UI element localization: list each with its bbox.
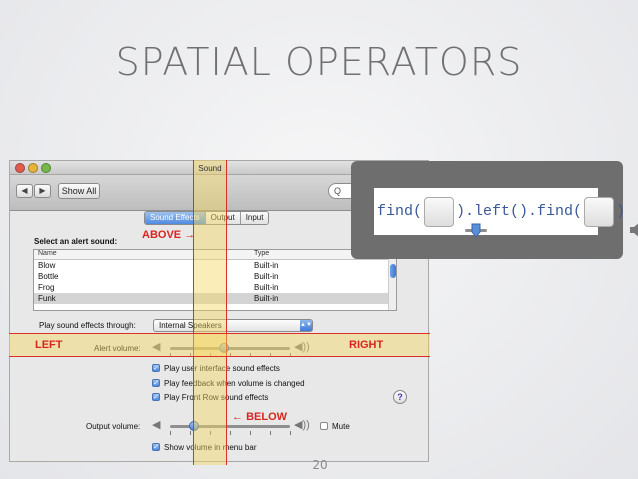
slide-number: 20 bbox=[312, 458, 328, 472]
slider-tick bbox=[270, 431, 271, 435]
sound-name: Frog bbox=[38, 283, 55, 292]
above-text: ABOVE bbox=[142, 229, 182, 241]
checkbox-label: Play feedback when volume is changed bbox=[164, 379, 305, 388]
sound-name: Bottle bbox=[38, 272, 59, 281]
slider-tick bbox=[170, 431, 171, 435]
arrow-right-icon: → bbox=[184, 229, 196, 241]
sound-name: Funk bbox=[38, 294, 56, 303]
above-annotation: ABOVE → bbox=[142, 229, 195, 241]
show-volume-checkbox[interactable]: ✓ bbox=[152, 443, 160, 451]
checkbox-front-row[interactable]: ✓ bbox=[152, 393, 160, 401]
mute-label: Mute bbox=[332, 422, 350, 431]
list-scrollbar[interactable] bbox=[388, 250, 396, 310]
speaker-high-icon: ◀)) bbox=[294, 419, 310, 431]
checkbox-ui-sounds[interactable]: ✓ bbox=[152, 364, 160, 372]
below-text: BELOW bbox=[246, 411, 288, 423]
help-button[interactable]: ? bbox=[393, 390, 407, 404]
checkbox-feedback[interactable]: ✓ bbox=[152, 379, 160, 387]
right-annotation: RIGHT bbox=[349, 339, 384, 351]
scroll-thumb[interactable] bbox=[390, 264, 396, 278]
slide-title: SPATIAL OPERATORS bbox=[115, 40, 523, 84]
back-button[interactable]: ◀ bbox=[16, 184, 33, 198]
sound-name: Blow bbox=[38, 261, 56, 270]
slider-tick bbox=[190, 431, 191, 435]
left-annotation: LEFT bbox=[35, 339, 63, 351]
select-alert-label: Select an alert sound: bbox=[34, 237, 118, 246]
sound-type: Built-in bbox=[254, 272, 279, 281]
below-annotation: ← BELOW bbox=[232, 411, 287, 423]
zoom-window-button[interactable] bbox=[41, 163, 51, 173]
sound-type: Built-in bbox=[254, 294, 279, 303]
output-device-select[interactable]: Internal Speakers ▲▼ bbox=[153, 319, 313, 332]
column-type[interactable]: Type bbox=[254, 250, 269, 257]
code-snippet: find( ).left().find( ) bbox=[374, 188, 638, 238]
close-window-button[interactable] bbox=[15, 163, 25, 173]
slider-tick bbox=[230, 431, 231, 435]
slider-thumb-icon bbox=[424, 196, 488, 238]
tab-input[interactable]: Input bbox=[240, 212, 269, 224]
play-through-label: Play sound effects through: bbox=[39, 321, 136, 330]
minimize-window-button[interactable] bbox=[28, 163, 38, 173]
output-volume-label: Output volume: bbox=[86, 422, 141, 431]
window-title: Sound bbox=[198, 164, 222, 173]
sound-type: Built-in bbox=[254, 261, 279, 270]
speaker-low-icon: ◀ bbox=[152, 419, 161, 431]
column-name[interactable]: Name bbox=[38, 250, 57, 257]
code-part-find: find( bbox=[377, 203, 423, 220]
mute-checkbox[interactable]: ✓ bbox=[320, 422, 328, 430]
chevron-updown-icon: ▲▼ bbox=[300, 320, 312, 331]
show-all-button[interactable]: Show All bbox=[58, 183, 100, 199]
speaker-icon bbox=[584, 196, 638, 236]
arrow-left-icon: ← bbox=[232, 411, 243, 423]
forward-button[interactable]: ▶ bbox=[34, 184, 51, 198]
slider-tick bbox=[290, 431, 291, 435]
sound-type: Built-in bbox=[254, 283, 279, 292]
output-volume-slider[interactable] bbox=[170, 425, 290, 428]
slider-tick bbox=[250, 431, 251, 435]
vertical-highlight-band bbox=[193, 160, 227, 465]
